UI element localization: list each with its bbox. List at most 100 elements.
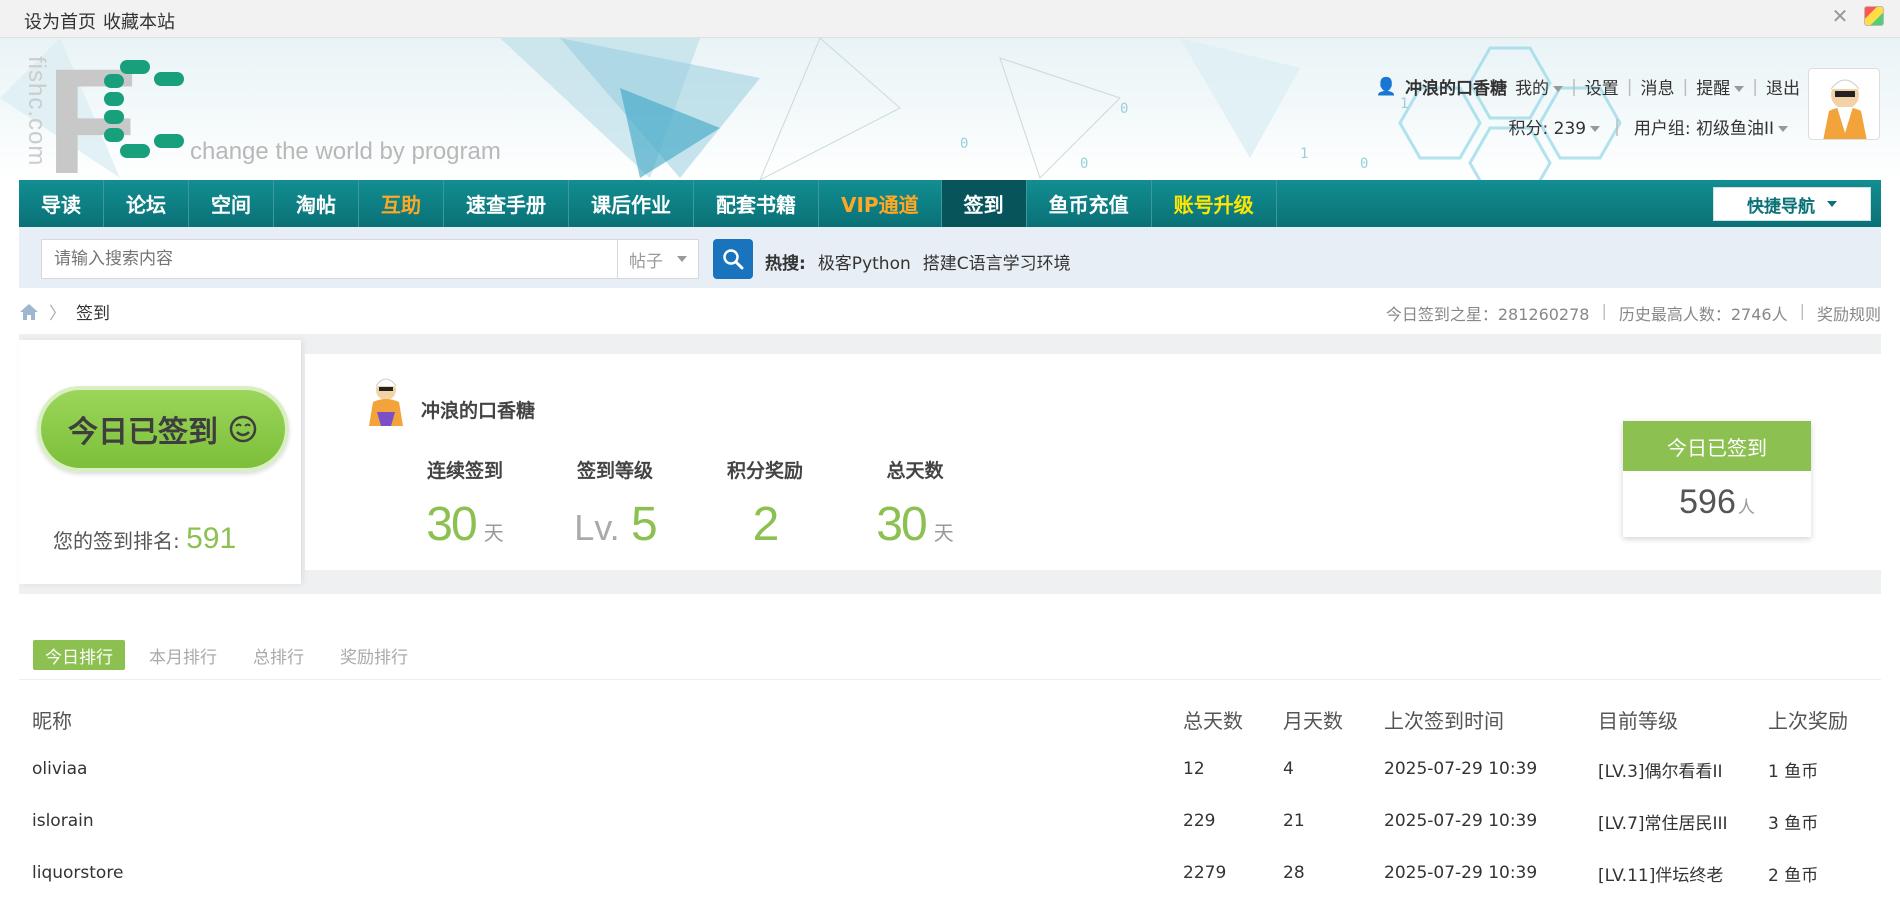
stat-title: 连续签到 [426, 460, 503, 482]
search-icon [723, 249, 744, 270]
breadcrumb: 〉 签到 [19, 299, 110, 324]
svg-text:0: 0 [960, 136, 968, 152]
sign-rank: 您的签到排名: 591 [53, 522, 236, 556]
logout-link[interactable]: 退出 [1766, 74, 1800, 99]
chevron-down-icon [1734, 86, 1745, 92]
table-cell: 2279 [1183, 863, 1227, 883]
bookmark-link[interactable]: 收藏本站 [103, 8, 175, 34]
hot-search-item[interactable]: 极客Python [818, 249, 911, 274]
today-signed-box: 今日已签到 596 人 [1623, 421, 1811, 537]
search-type-label: 帖子 [629, 251, 663, 272]
tab-today-ranking[interactable]: 今日排行 [33, 640, 125, 670]
username-link[interactable]: 冲浪的口香糖 [1405, 74, 1507, 99]
stat-title: 签到等级 [576, 460, 653, 482]
stat-unit: 天 [483, 523, 504, 545]
svg-text:1: 1 [1300, 146, 1308, 162]
chevron-right-icon: 〉 [49, 304, 66, 324]
settings-link[interactable]: 设置 [1585, 74, 1619, 99]
hot-search-item[interactable]: 搭建C语言学习环境 [923, 249, 1071, 274]
logo-slogan: change the world by program [190, 138, 501, 165]
user-nickname-link[interactable]: liquorstore [19, 863, 1183, 883]
site-header: 00 10 10 fishc.com F change the world by… [0, 38, 1900, 180]
sign-panel-left: 今日已签到 您的签到排名: 591 [19, 340, 301, 584]
chevron-down-icon [1553, 86, 1564, 92]
table-cell: [LV.11]伴坛终老 [1598, 865, 1724, 886]
today-signed-unit: 人 [1737, 498, 1755, 517]
chevron-down-icon [677, 256, 687, 262]
collapse-icon[interactable]: ✕ [1830, 6, 1850, 26]
nav-item[interactable]: 速查手册 [444, 180, 569, 227]
tab-month-ranking[interactable]: 本月排行 [137, 640, 229, 670]
nav-item[interactable]: 论坛 [104, 180, 189, 227]
logo-c-mark[interactable] [100, 56, 190, 166]
column-header: 月天数 [1283, 708, 1343, 733]
nav-item[interactable]: VIP通道 [819, 180, 942, 227]
user-avatar-small[interactable] [361, 372, 411, 426]
nav-item[interactable]: 互助 [359, 180, 444, 227]
points-menu[interactable]: 积分: 239 [1509, 114, 1601, 139]
history-max: 历史最高人数：2746人 [1618, 305, 1788, 324]
user-nickname-link[interactable]: oliviaa [19, 759, 1183, 779]
svg-text:0: 0 [1120, 101, 1128, 117]
search-bar: 帖子 热搜: 极客Python 搭建C语言学习环境 [19, 227, 1881, 288]
user-group-menu[interactable]: 用户组: 初级鱼油II [1634, 114, 1788, 139]
nav-item[interactable]: 鱼币充值 [1027, 180, 1152, 227]
nav-item[interactable]: 签到 [941, 180, 1027, 227]
stat-points-reward: 积分奖励 2 [695, 456, 835, 552]
search-type-select[interactable]: 帖子 [617, 239, 699, 279]
user-nickname-link[interactable]: islorain [19, 811, 1183, 831]
sign-summary: 冲浪的口香糖 连续签到 30 天 签到等级 Lv. 5 积分奖励 2 总天数 30… [305, 354, 1881, 570]
remind-menu[interactable]: 提醒 [1696, 74, 1745, 99]
nav-item[interactable]: 课后作业 [569, 180, 694, 227]
table-cell: 21 [1283, 811, 1305, 831]
ranking-tabs: 今日排行 本月排行 总排行 奖励排行 [19, 640, 1881, 680]
table-cell: 4 [1283, 759, 1294, 779]
nav-item[interactable]: 配套书籍 [694, 180, 819, 227]
main-nav: 导读 论坛 空间 淘帖 互助 速查手册 课后作业 配套书籍 VIP通道 签到 鱼币充值 账号升级 快捷导… [19, 180, 1881, 227]
stat-continuous-days: 连续签到 30 天 [395, 456, 535, 552]
color-theme-icon[interactable] [1864, 6, 1884, 26]
nav-item[interactable]: 空间 [189, 180, 274, 227]
avatar[interactable] [1808, 68, 1880, 140]
home-icon[interactable] [19, 303, 39, 321]
messages-link[interactable]: 消息 [1641, 74, 1675, 99]
quick-nav-button[interactable]: 快捷导航 [1713, 187, 1871, 221]
table-row: islorain 229 21 2025-07-29 10:39 [LV.7]常住居民I… [19, 795, 1881, 847]
table-cell: 28 [1283, 863, 1305, 883]
search-button[interactable] [713, 239, 753, 279]
chevron-down-icon [1827, 201, 1837, 207]
today-signed-count: 596 [1679, 483, 1736, 521]
search-input[interactable] [41, 239, 619, 279]
stat-value: 30 [426, 498, 477, 551]
mine-menu[interactable]: 我的 [1515, 74, 1564, 99]
tab-reward-ranking[interactable]: 奖励排行 [328, 640, 420, 670]
table-cell: [LV.3]偶尔看看II [1598, 761, 1723, 782]
sign-panel: 今日已签到 您的签到排名: 591 冲浪的口香糖 连续签到 30 天 签到等级 … [19, 334, 1881, 594]
table-cell: 2025-07-29 10:39 [1384, 759, 1538, 779]
user-icon: 👤 [1375, 76, 1398, 97]
top-bar: 设为首页 收藏本站 ✕ [0, 0, 1900, 38]
hot-search-label: 热搜: [765, 254, 806, 274]
stat-total-days: 总天数 30 天 [845, 456, 985, 552]
stat-value: 30 [876, 498, 927, 551]
ranking-table: 昵称 总天数 月天数 上次签到时间 目前等级 上次奖励 oliviaa 12 4 20… [19, 695, 1881, 899]
set-homepage-link[interactable]: 设为首页 [24, 8, 96, 34]
reward-rules-link[interactable]: 奖励规则 [1817, 301, 1881, 325]
stat-title: 积分奖励 [726, 460, 803, 482]
stat-title: 总天数 [886, 460, 944, 482]
nav-item[interactable]: 导读 [19, 180, 104, 227]
signed-today-button[interactable]: 今日已签到 [37, 386, 289, 472]
sign-star: 今日签到之星：281260278 [1385, 305, 1590, 324]
column-header: 总天数 [1183, 708, 1243, 733]
nav-item[interactable]: 淘帖 [274, 180, 359, 227]
user-name: 冲浪的口香糖 [421, 400, 536, 422]
table-cell: 2 鱼币 [1768, 865, 1819, 886]
column-header: 上次签到时间 [1384, 708, 1504, 733]
tab-total-ranking[interactable]: 总排行 [241, 640, 316, 670]
sign-rank-label: 您的签到排名: [53, 529, 180, 553]
today-signed-title: 今日已签到 [1623, 421, 1811, 471]
user-menu-bar: 👤 冲浪的口香糖 我的 | 设置 | 消息 | 提醒 | 退出 [1375, 74, 1800, 100]
svg-text:0: 0 [1360, 156, 1368, 172]
nav-item[interactable]: 账号升级 [1152, 180, 1277, 227]
table-row: liquorstore 2279 28 2025-07-29 10:39 [LV.11]… [19, 847, 1881, 899]
